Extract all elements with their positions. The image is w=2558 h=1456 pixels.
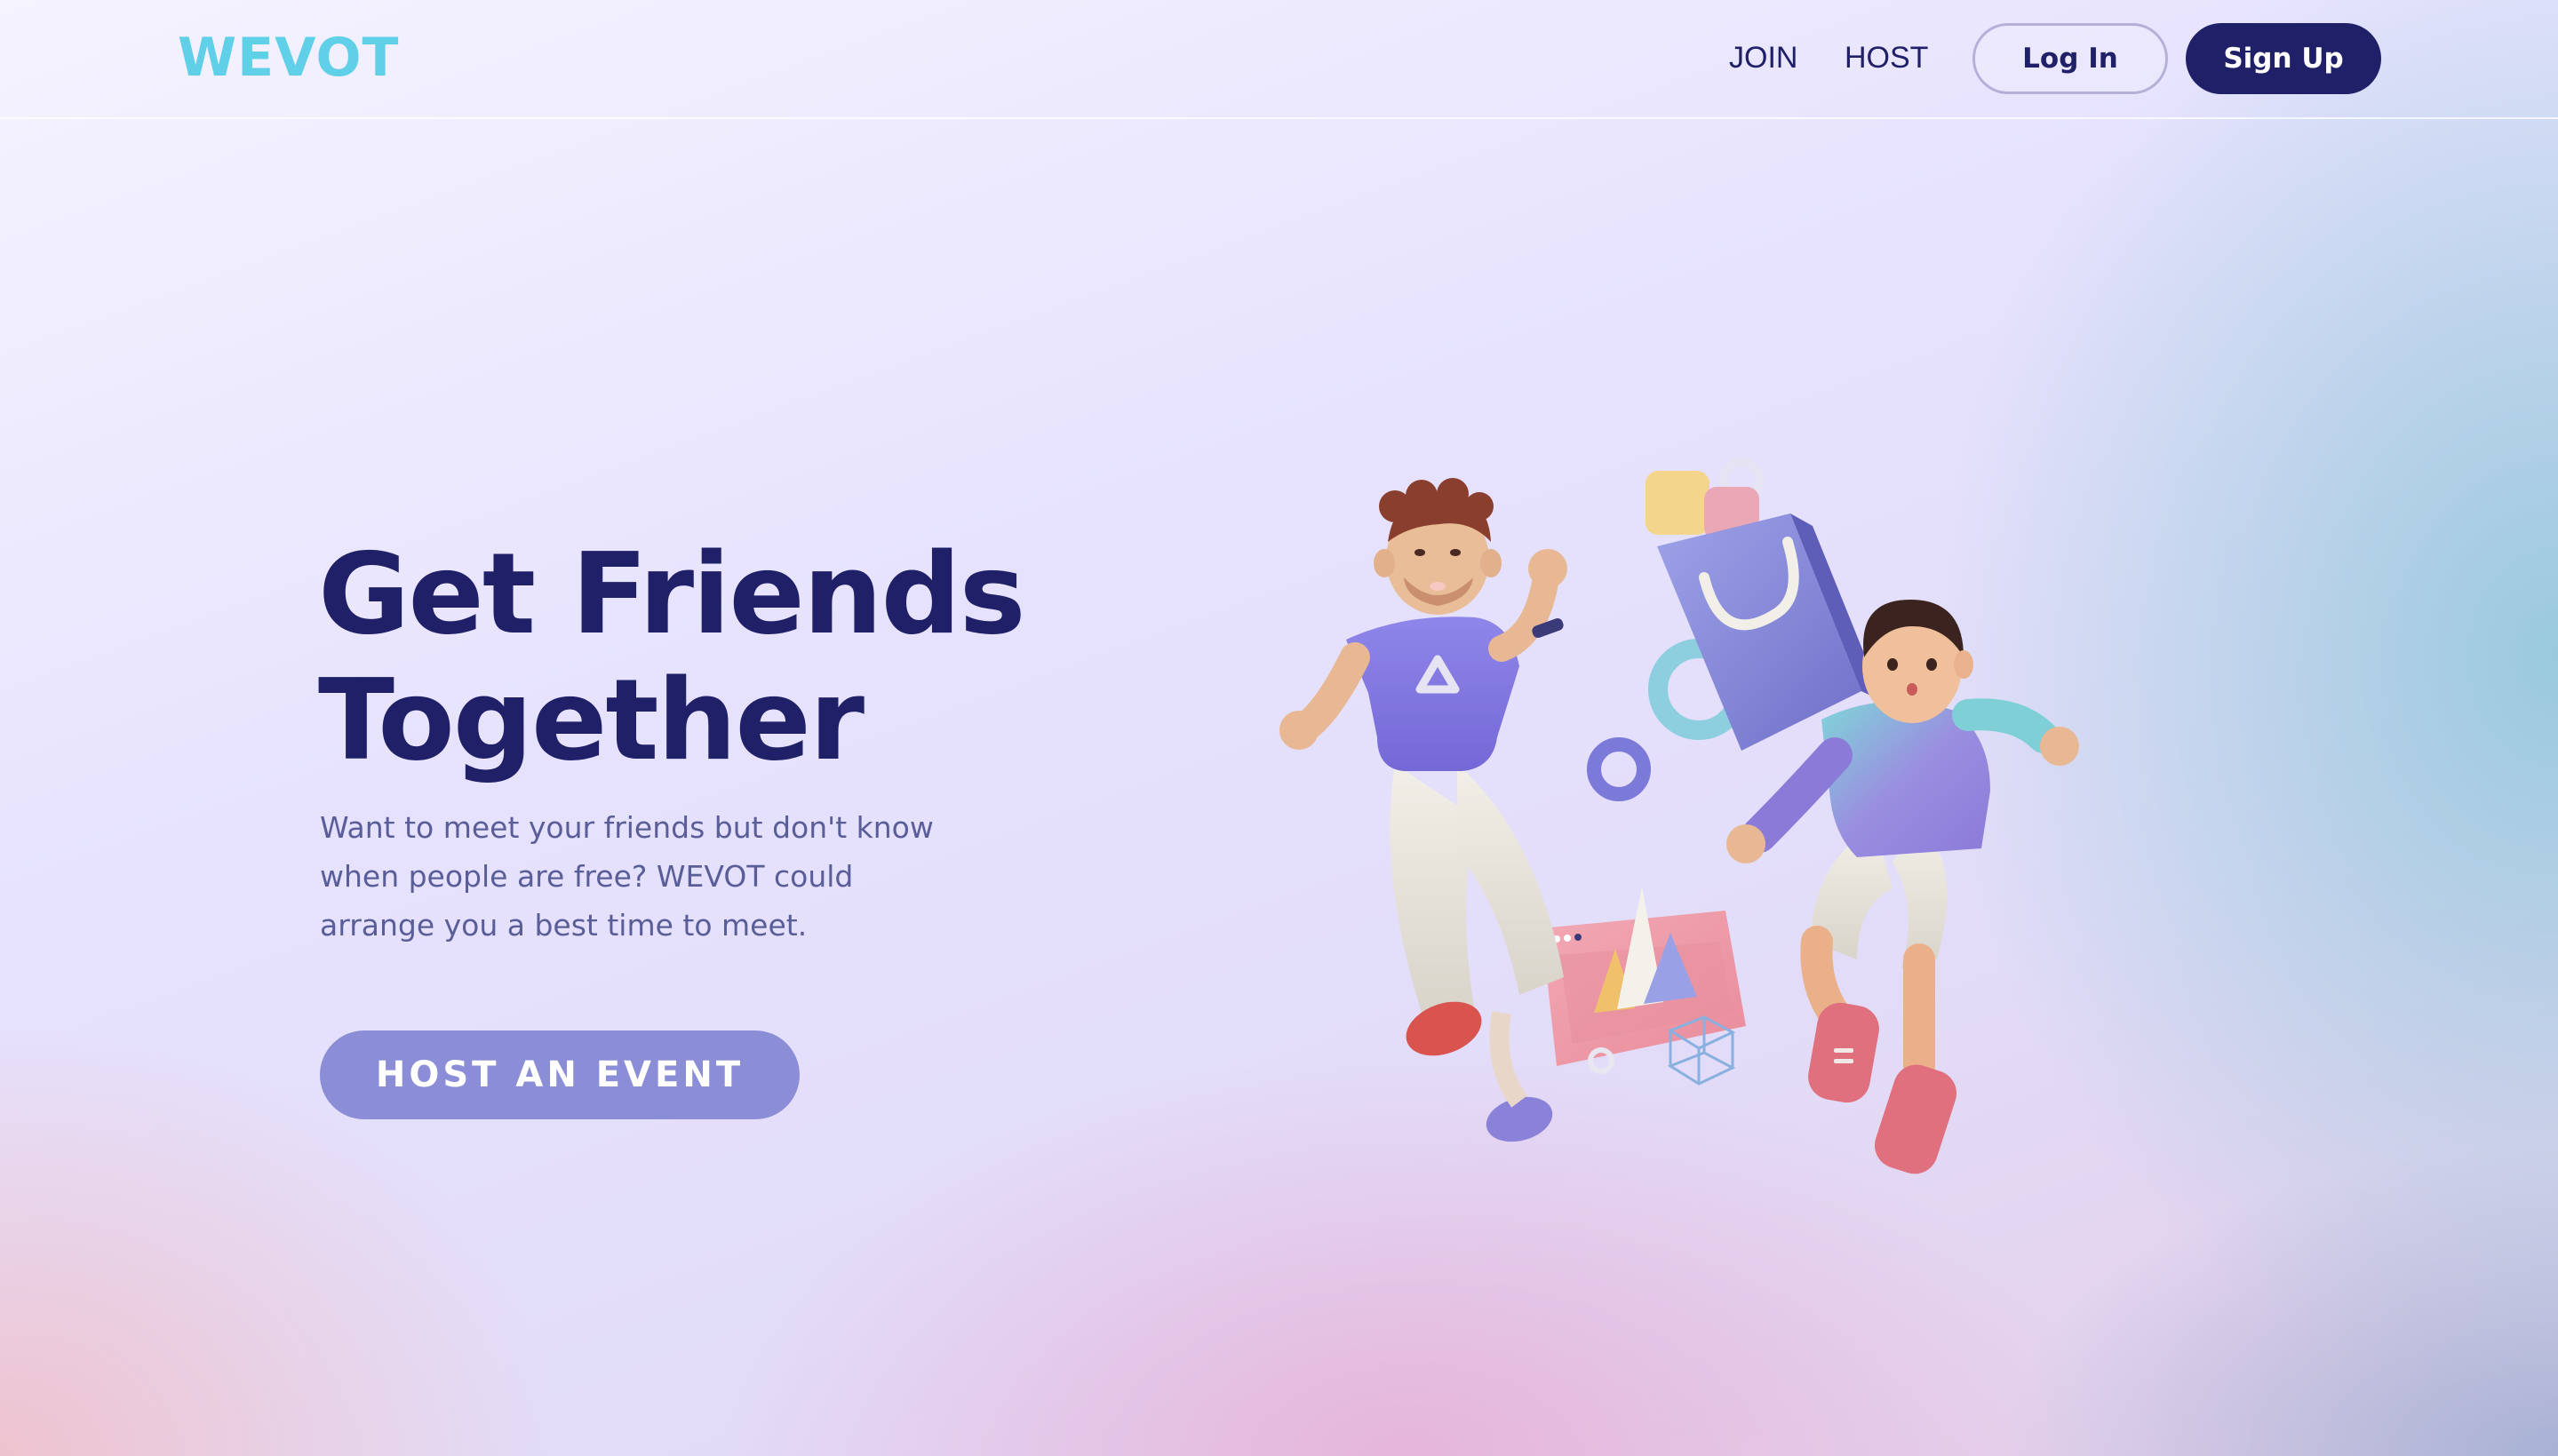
- log-in-button[interactable]: Log In: [1972, 23, 2168, 94]
- sign-up-button[interactable]: Sign Up: [2186, 23, 2381, 94]
- hero-title-line-2: Together: [318, 655, 865, 785]
- host-an-event-button[interactable]: HOST AN EVENT: [320, 1030, 800, 1119]
- hero-title: Get Friends Together: [318, 529, 1026, 785]
- top-navigation-bar: WEVOT JOIN HOST Log In Sign Up: [0, 0, 2558, 119]
- chart-screen-icon: [1542, 887, 1746, 1086]
- wevot-logo[interactable]: WEVOT: [178, 27, 399, 89]
- nav-link-join[interactable]: JOIN: [1729, 41, 1797, 76]
- nav-link-host[interactable]: HOST: [1845, 41, 1928, 76]
- person-left-figure: [1279, 478, 1567, 1142]
- friends-3d-illustration: [1279, 457, 2079, 1174]
- hero-title-line-1: Get Friends: [318, 529, 1026, 659]
- hero-subtitle: Want to meet your friends but don't know…: [320, 810, 934, 943]
